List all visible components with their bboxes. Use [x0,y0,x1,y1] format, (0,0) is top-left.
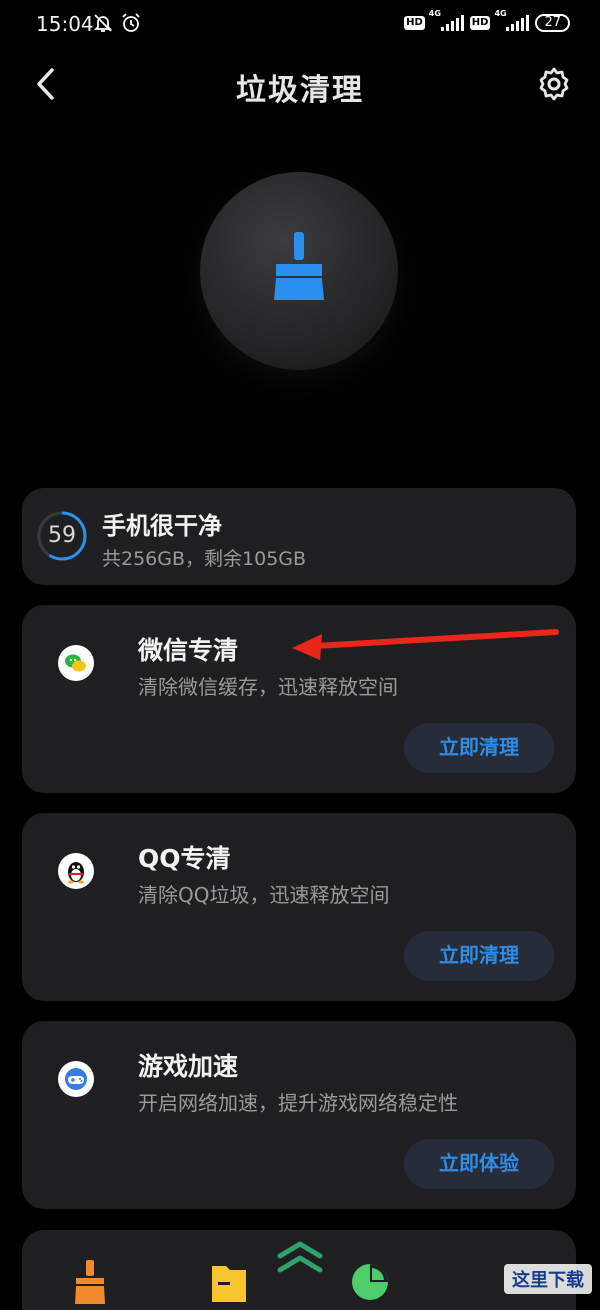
signal-icon: 4G [494,9,530,31]
clean-hero-button[interactable] [200,172,398,370]
feature-title: QQ专清 [138,844,231,873]
feature-description: 清除微信缓存，迅速释放空间 [138,675,398,699]
watermark-logo: 这里下载 [504,1264,592,1294]
try-now-button[interactable]: 立即体验 [404,1139,554,1189]
pie-chart-icon[interactable] [350,1262,390,1306]
app-header: 垃圾清理 [0,50,600,120]
hd-badge: HD [404,16,425,30]
storage-subtitle: 共256GB，剩余105GB [102,548,307,570]
status-bar: 15:04 HD 4G HD 4G 27 [0,0,600,50]
gear-icon [539,67,569,101]
qq-clean-card[interactable]: QQ专清 清除QQ垃圾，迅速释放空间 立即清理 [22,813,576,1001]
storage-title: 手机很干净 [102,512,222,540]
wechat-icon [58,645,94,681]
feature-description: 清除QQ垃圾，迅速释放空间 [138,883,390,907]
battery-indicator: 27 [535,14,570,32]
clean-now-button[interactable]: 立即清理 [404,723,554,773]
bottom-toolbar [22,1230,576,1310]
double-chevron-up-icon[interactable] [275,1238,325,1278]
broom-icon[interactable] [72,1260,108,1308]
status-time: 15:04 [36,12,94,36]
broom-icon [274,232,324,300]
alarm-clock-icon [120,12,142,38]
wechat-clean-card[interactable]: 微信专清 清除微信缓存，迅速释放空间 立即清理 [22,605,576,793]
settings-button[interactable] [534,64,574,104]
folder-icon[interactable] [210,1262,248,1306]
qq-penguin-icon [58,853,94,889]
feature-title: 微信专清 [138,636,239,665]
feature-description: 开启网络加速，提升游戏网络稳定性 [138,1091,458,1115]
signal-icon: 4G [429,9,464,31]
storage-score-value: 59 [48,523,76,548]
hd-badge: HD [469,16,491,30]
bell-muted-icon [92,12,114,38]
game-boost-card[interactable]: 游戏加速 开启网络加速，提升游戏网络稳定性 立即体验 [22,1021,576,1209]
clean-now-button[interactable]: 立即清理 [404,931,554,981]
feature-title: 游戏加速 [138,1052,239,1081]
storage-status-card[interactable]: 59 手机很干净 共256GB，剩余105GB [22,488,576,585]
page-title: 垃圾清理 [236,73,364,108]
gamepad-icon [58,1061,94,1097]
